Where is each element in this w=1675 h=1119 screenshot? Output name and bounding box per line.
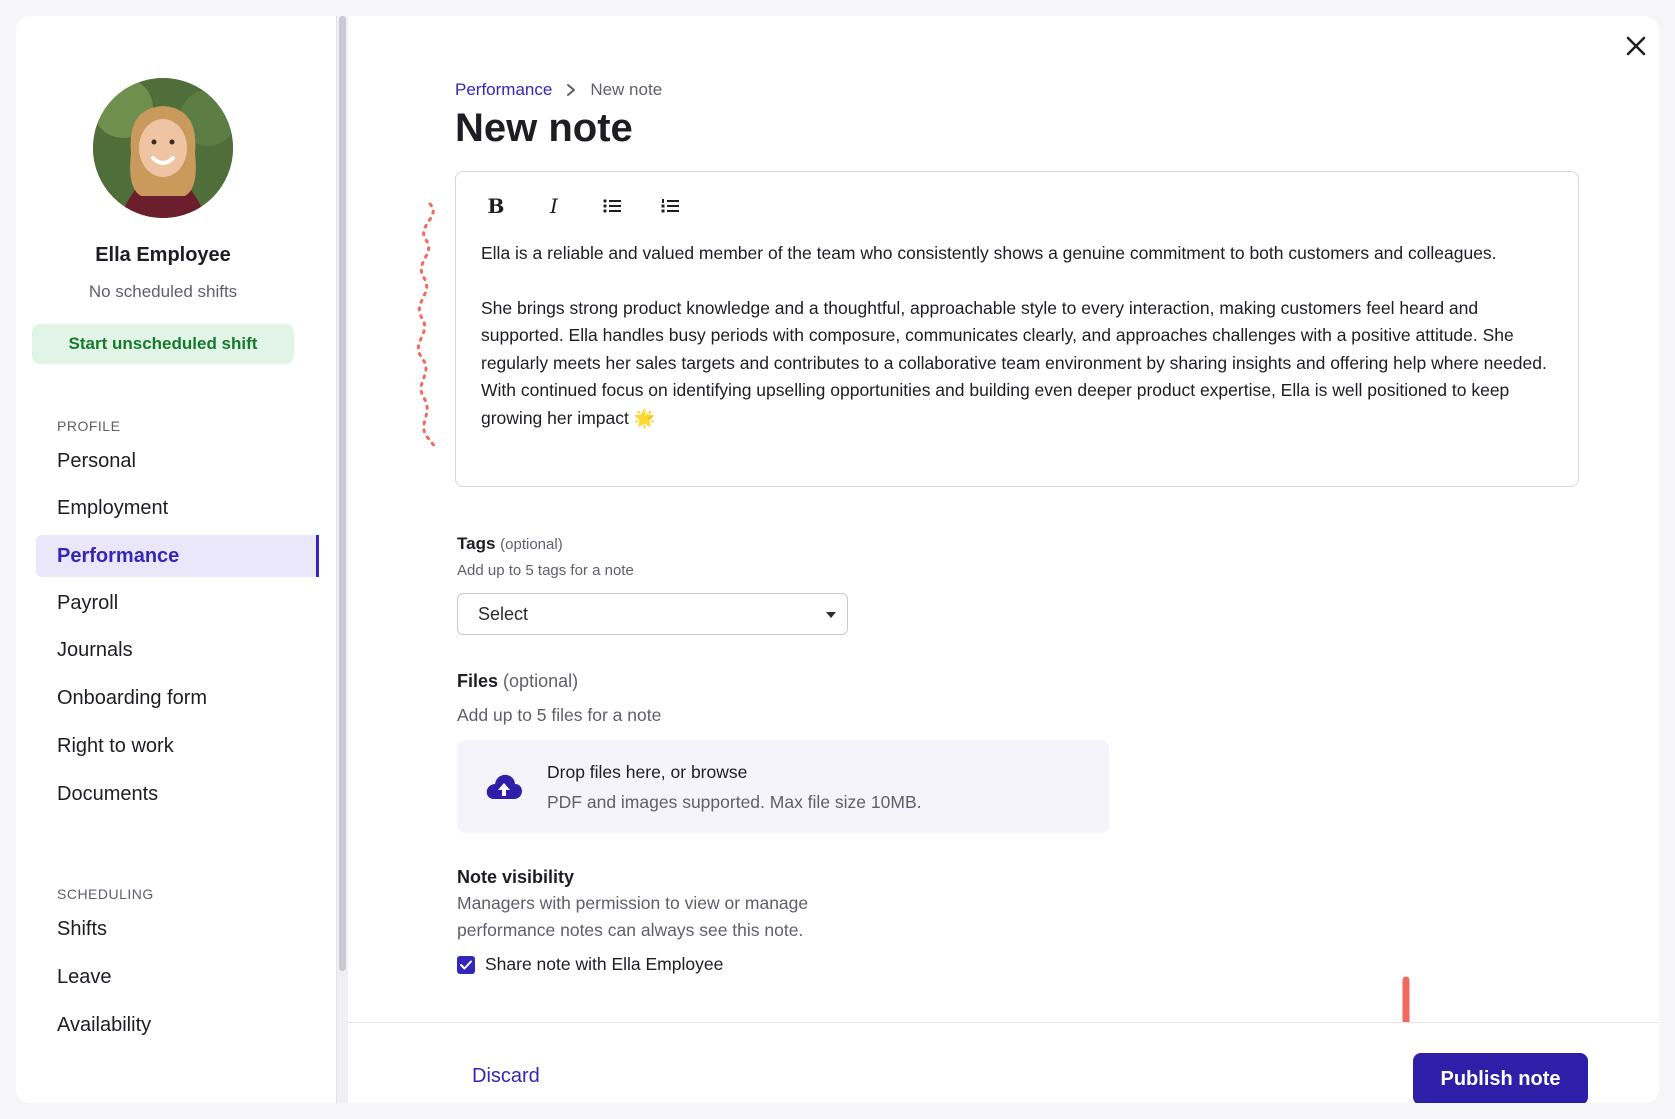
numbered-list-button[interactable]: [654, 190, 686, 222]
share-note-label[interactable]: Share note with Ella Employee: [485, 954, 723, 975]
tags-help: Add up to 5 tags for a note: [457, 562, 634, 579]
note-body[interactable]: Ella is a reliable and valued member of …: [481, 240, 1561, 432]
share-note-checkbox[interactable]: [457, 955, 475, 974]
check-icon: [460, 960, 472, 969]
employee-sidebar: Ella Employee No scheduled shifts Start …: [16, 16, 336, 1103]
tags-select[interactable]: Select: [457, 593, 848, 635]
sidebar-item-shifts[interactable]: Shifts: [36, 908, 319, 950]
sidebar-item-employment[interactable]: Employment: [36, 487, 319, 529]
numbered-list-icon: [661, 199, 679, 213]
scheduling-section-label: SCHEDULING: [57, 886, 154, 902]
note-paragraph-2: She brings strong product knowledge and …: [481, 297, 1547, 428]
sidebar-item-performance[interactable]: Performance: [36, 535, 319, 577]
footer-bar: Discard Publish note: [348, 1022, 1659, 1103]
files-help: Add up to 5 files for a note: [457, 705, 662, 725]
files-optional: (optional): [503, 671, 579, 691]
avatar-photo: [93, 78, 233, 218]
start-unscheduled-shift-button[interactable]: Start unscheduled shift: [32, 324, 294, 364]
shift-status: No scheduled shifts: [88, 282, 238, 301]
sidebar-item-leave[interactable]: Leave: [36, 956, 319, 998]
sidebar-item-right-to-work[interactable]: Right to work: [36, 725, 319, 767]
employee-name: Ella Employee: [95, 244, 231, 266]
sidebar-scroll-thumb[interactable]: [339, 16, 346, 971]
app-window: Ella Employee No scheduled shifts Start …: [16, 16, 1659, 1103]
editor-toolbar: B I: [480, 190, 686, 222]
visibility-description: Managers with permission to view or mana…: [457, 893, 809, 940]
annotation-squiggle: [416, 202, 438, 450]
italic-button[interactable]: I: [538, 190, 570, 222]
chevron-right-icon: [566, 83, 576, 97]
sidebar-item-availability[interactable]: Availability: [36, 1004, 319, 1046]
breadcrumb: Performance New note: [455, 80, 662, 100]
profile-section-label: PROFILE: [57, 418, 121, 434]
cloud-upload-icon: [486, 774, 522, 799]
tags-label: Tags (optional): [457, 534, 563, 553]
close-button[interactable]: [1618, 28, 1654, 64]
tags-select-value: Select: [478, 603, 529, 624]
dropzone-title[interactable]: Drop files here, or browse: [547, 762, 747, 783]
page-title: New note: [455, 106, 633, 150]
sidebar-item-payroll[interactable]: Payroll: [36, 582, 319, 624]
sidebar-item-personal[interactable]: Personal: [36, 440, 319, 482]
bullet-list-icon: [603, 199, 621, 213]
bullet-list-button[interactable]: [596, 190, 628, 222]
sidebar-item-documents[interactable]: Documents: [36, 773, 319, 815]
publish-note-button[interactable]: Publish note: [1413, 1053, 1588, 1103]
files-label: Files (optional): [457, 671, 579, 691]
breadcrumb-current: New note: [590, 80, 663, 99]
discard-button[interactable]: Discard: [472, 1065, 540, 1088]
tags-optional: (optional): [500, 536, 563, 553]
share-note-row[interactable]: Share note with Ella Employee: [457, 954, 723, 975]
note-paragraph-1: Ella is a reliable and valued member of …: [481, 243, 1497, 263]
close-icon: [1626, 36, 1646, 56]
sidebar-scrollbar[interactable]: [336, 16, 348, 1103]
breadcrumb-performance-link[interactable]: Performance: [455, 80, 552, 100]
sidebar-item-journals[interactable]: Journals: [36, 629, 319, 671]
dropzone-subtitle: PDF and images supported. Max file size …: [547, 792, 922, 812]
visibility-label: Note visibility: [457, 867, 575, 887]
note-editor-panel: Performance New note New note B I Ella i…: [348, 16, 1659, 1103]
bold-button[interactable]: B: [480, 190, 512, 222]
file-dropzone[interactable]: Drop files here, or browse PDF and image…: [457, 740, 1109, 833]
avatar: [93, 78, 233, 218]
sidebar-item-onboarding-form[interactable]: Onboarding form: [36, 677, 319, 719]
note-editor[interactable]: B I Ella is a reliable and valued member…: [455, 171, 1579, 487]
caret-down-icon: [826, 612, 836, 618]
